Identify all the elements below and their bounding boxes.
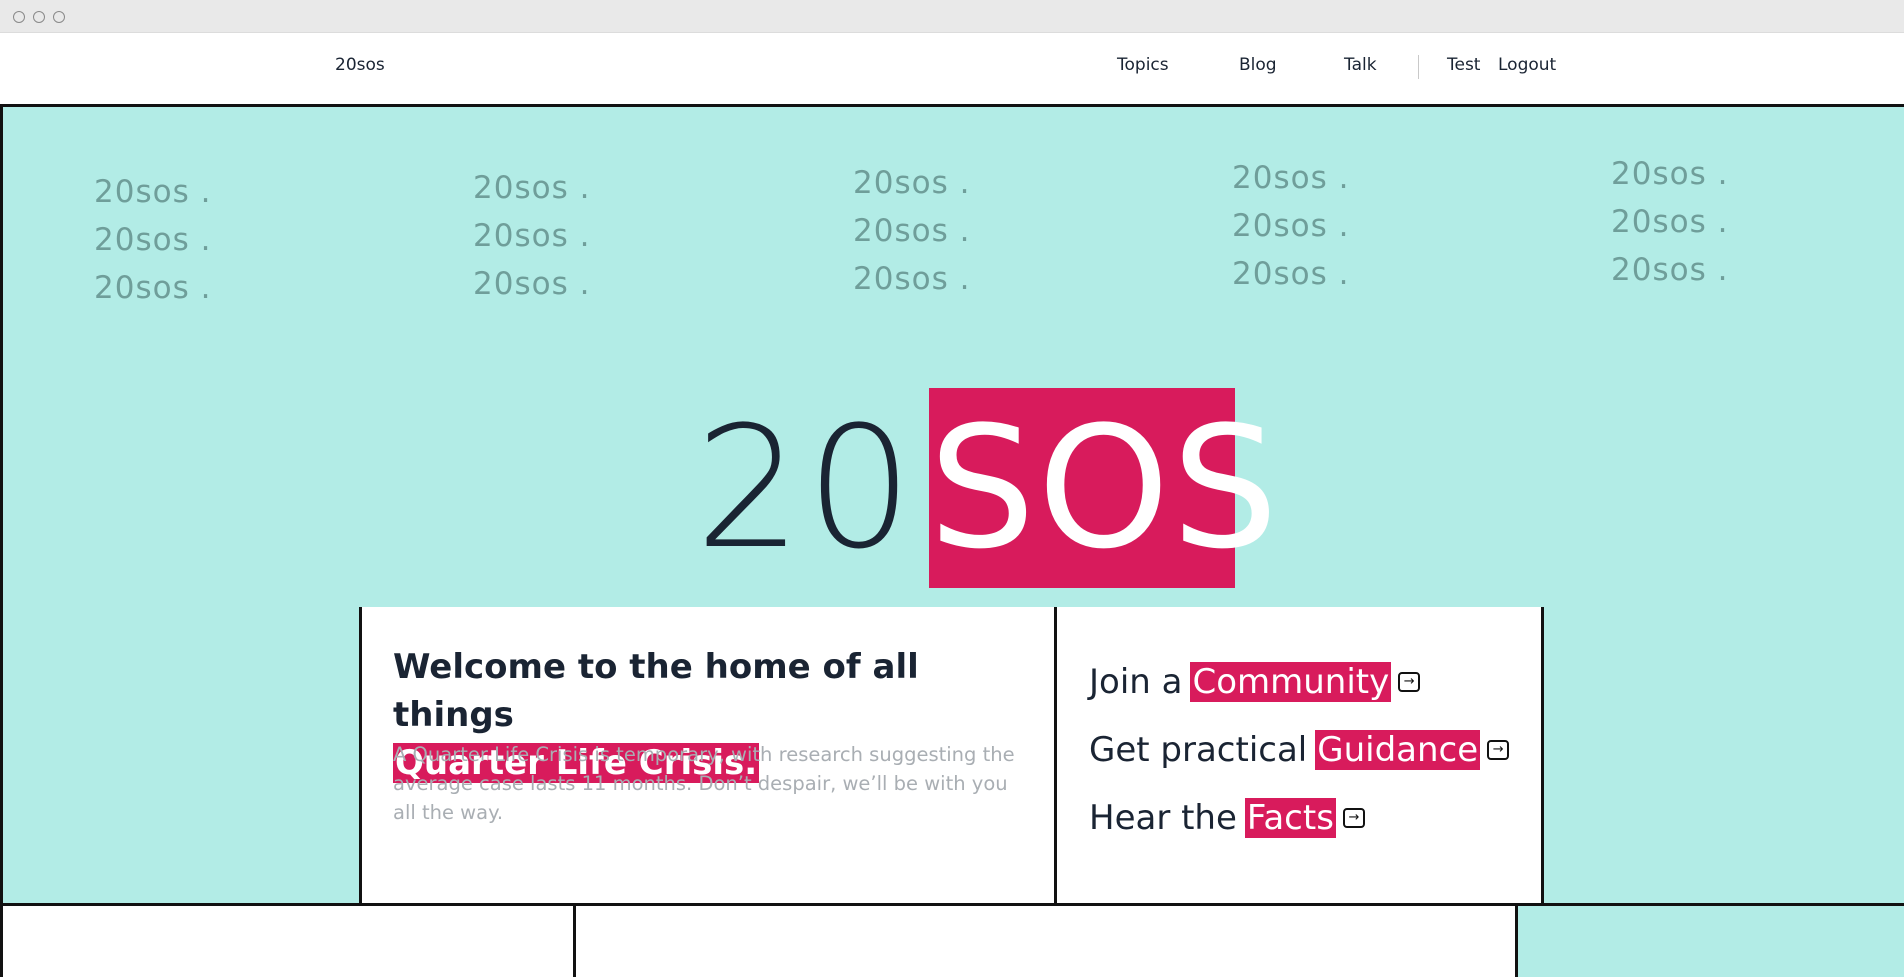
cta-facts[interactable]: Hear the Facts → xyxy=(1089,798,1509,838)
bottom-panel-center xyxy=(573,903,1518,977)
welcome-description: A Quarter Life Crisis is temporary, with… xyxy=(393,743,1015,824)
repeat-text: 20sos . xyxy=(1232,208,1350,244)
repeat-text: 20sos . xyxy=(1611,156,1729,192)
bottom-panel-right xyxy=(1515,903,1904,977)
repeat-text: 20sos . xyxy=(1611,204,1729,240)
brand-link[interactable]: 20sos xyxy=(335,55,385,75)
repeat-text: 20sos . xyxy=(853,165,971,201)
nav-link-blog[interactable]: Blog xyxy=(1239,55,1277,75)
nav-link-logout[interactable]: Logout xyxy=(1498,55,1556,75)
repeat-text: 20sos . xyxy=(1611,252,1729,288)
intro-band: Welcome to the home of all things Quarte… xyxy=(0,607,1904,906)
hero-section: 20sos . 20sos . 20sos . 20sos . 20sos . … xyxy=(0,104,1904,610)
cta-lead-text: Hear the xyxy=(1089,798,1237,838)
repeat-text: 20sos . xyxy=(94,174,212,210)
cta-guidance[interactable]: Get practical Guidance → xyxy=(1089,730,1510,770)
repeat-text: 20sos . xyxy=(853,261,971,297)
arrow-right-box-icon[interactable]: → xyxy=(1487,740,1510,760)
repeat-text: 20sos . xyxy=(94,222,212,258)
repeat-column: 20sos . 20sos . 20sos . xyxy=(1611,157,1728,287)
repeat-text: 20sos . xyxy=(1232,160,1350,196)
repeat-text: 20sos . xyxy=(473,218,591,254)
repeat-text: 20sos . xyxy=(1232,256,1350,292)
welcome-heading-text: Welcome to the home of all things xyxy=(393,647,919,735)
repeat-column: 20sos . 20sos . 20sos . xyxy=(94,175,211,305)
cta-community[interactable]: Join a Community → xyxy=(1089,662,1509,702)
nav-link-talk[interactable]: Talk xyxy=(1344,55,1377,75)
top-nav: 20sos Topics Blog Talk Test Logout xyxy=(0,33,1904,104)
window-maximize-icon[interactable] xyxy=(53,11,65,23)
cta-lead-text: Join a xyxy=(1089,662,1183,702)
repeat-column: 20sos . 20sos . 20sos . xyxy=(473,171,590,301)
cta-lead-text: Get practical xyxy=(1089,730,1308,770)
hero-logo: 20 SOS xyxy=(695,388,1281,588)
arrow-right-box-icon[interactable]: → xyxy=(1398,672,1421,692)
nav-divider xyxy=(1418,55,1419,79)
window-close-icon[interactable] xyxy=(13,11,25,23)
window-titlebar xyxy=(0,0,1904,33)
hero-logo-number: 20 xyxy=(695,390,917,586)
bottom-panel-left xyxy=(0,903,576,977)
repeat-text: 20sos . xyxy=(473,266,591,302)
nav-link-user[interactable]: Test xyxy=(1447,55,1480,75)
repeat-text: 20sos . xyxy=(473,170,591,206)
window-minimize-icon[interactable] xyxy=(33,11,45,23)
arrow-right-box-icon[interactable]: → xyxy=(1342,808,1365,828)
teal-panel-right xyxy=(1541,607,1904,906)
cta-card: Join a Community → Get practical Guidanc… xyxy=(1054,607,1544,906)
repeat-column: 20sos . 20sos . 20sos . xyxy=(1232,161,1349,291)
hero-logo-highlight: SOS xyxy=(928,388,1281,588)
cta-list: Join a Community → Get practical Guidanc… xyxy=(1089,662,1510,838)
bottom-band xyxy=(0,903,1904,977)
cta-highlight: Guidance xyxy=(1315,730,1481,770)
teal-panel-left xyxy=(0,607,362,906)
repeat-text: 20sos . xyxy=(94,270,212,306)
nav-link-topics[interactable]: Topics xyxy=(1117,55,1169,75)
welcome-card: Welcome to the home of all things Quarte… xyxy=(359,607,1057,906)
repeat-text: 20sos . xyxy=(853,213,971,249)
repeat-column: 20sos . 20sos . 20sos . xyxy=(853,166,970,296)
cta-highlight: Facts xyxy=(1244,798,1336,838)
cta-highlight: Community xyxy=(1190,662,1392,702)
